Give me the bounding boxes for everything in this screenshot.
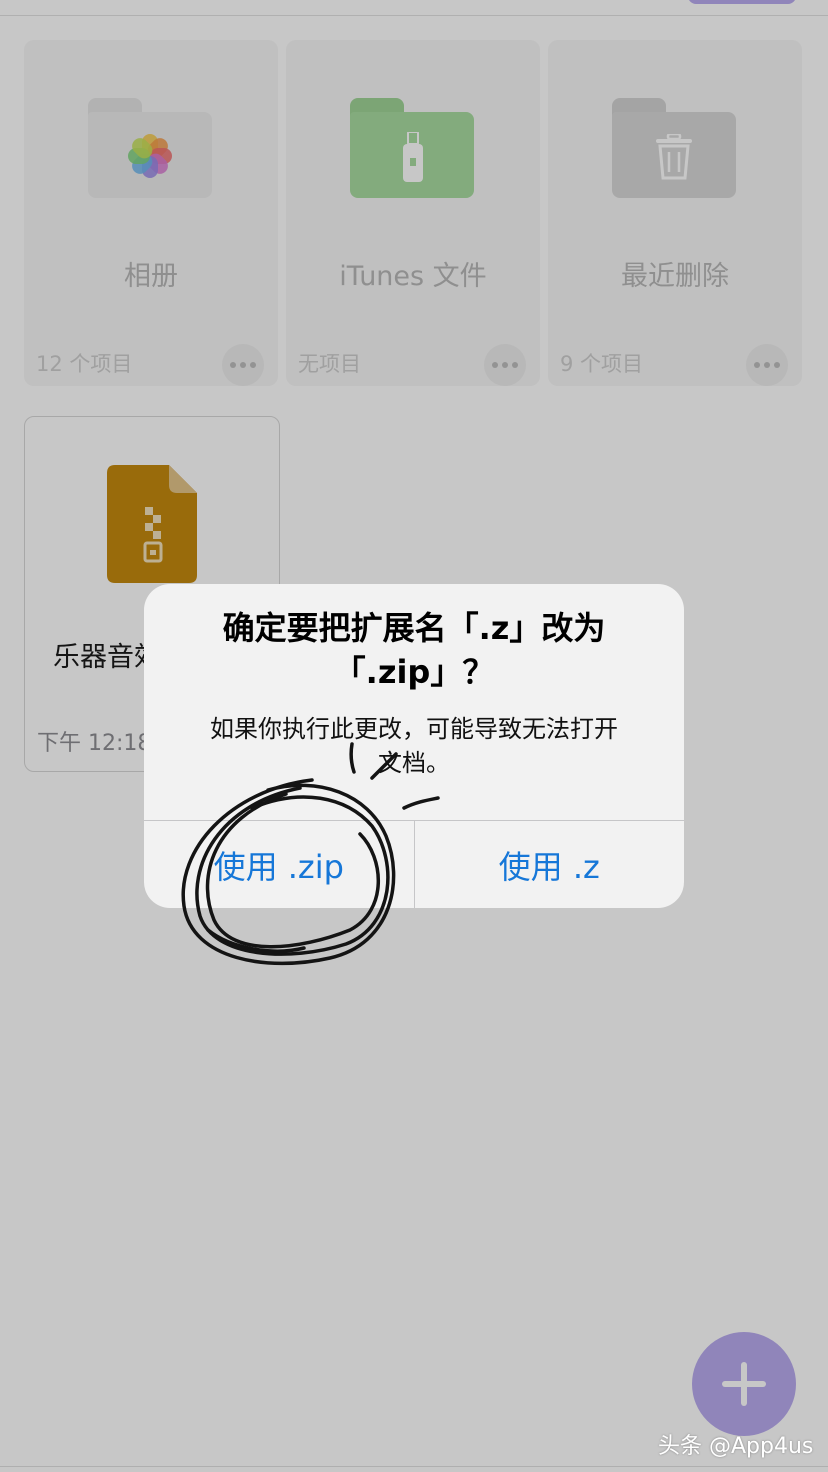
rename-extension-alert: 确定要把扩展名「.z」改为「.zip」？ 如果你执行此更改，可能导致无法打开文档… <box>144 584 684 908</box>
alert-message: 如果你执行此更改，可能导致无法打开文档。 <box>210 715 618 777</box>
watermark-text: 头条 @App4us <box>658 1434 814 1459</box>
use-z-button[interactable]: 使用 .z <box>415 821 685 908</box>
use-zip-button[interactable]: 使用 .zip <box>144 821 414 908</box>
alert-title: 确定要把扩展名「.z」改为「.zip」？ <box>222 609 606 691</box>
alert-actions: 使用 .zip 使用 .z <box>144 820 684 908</box>
